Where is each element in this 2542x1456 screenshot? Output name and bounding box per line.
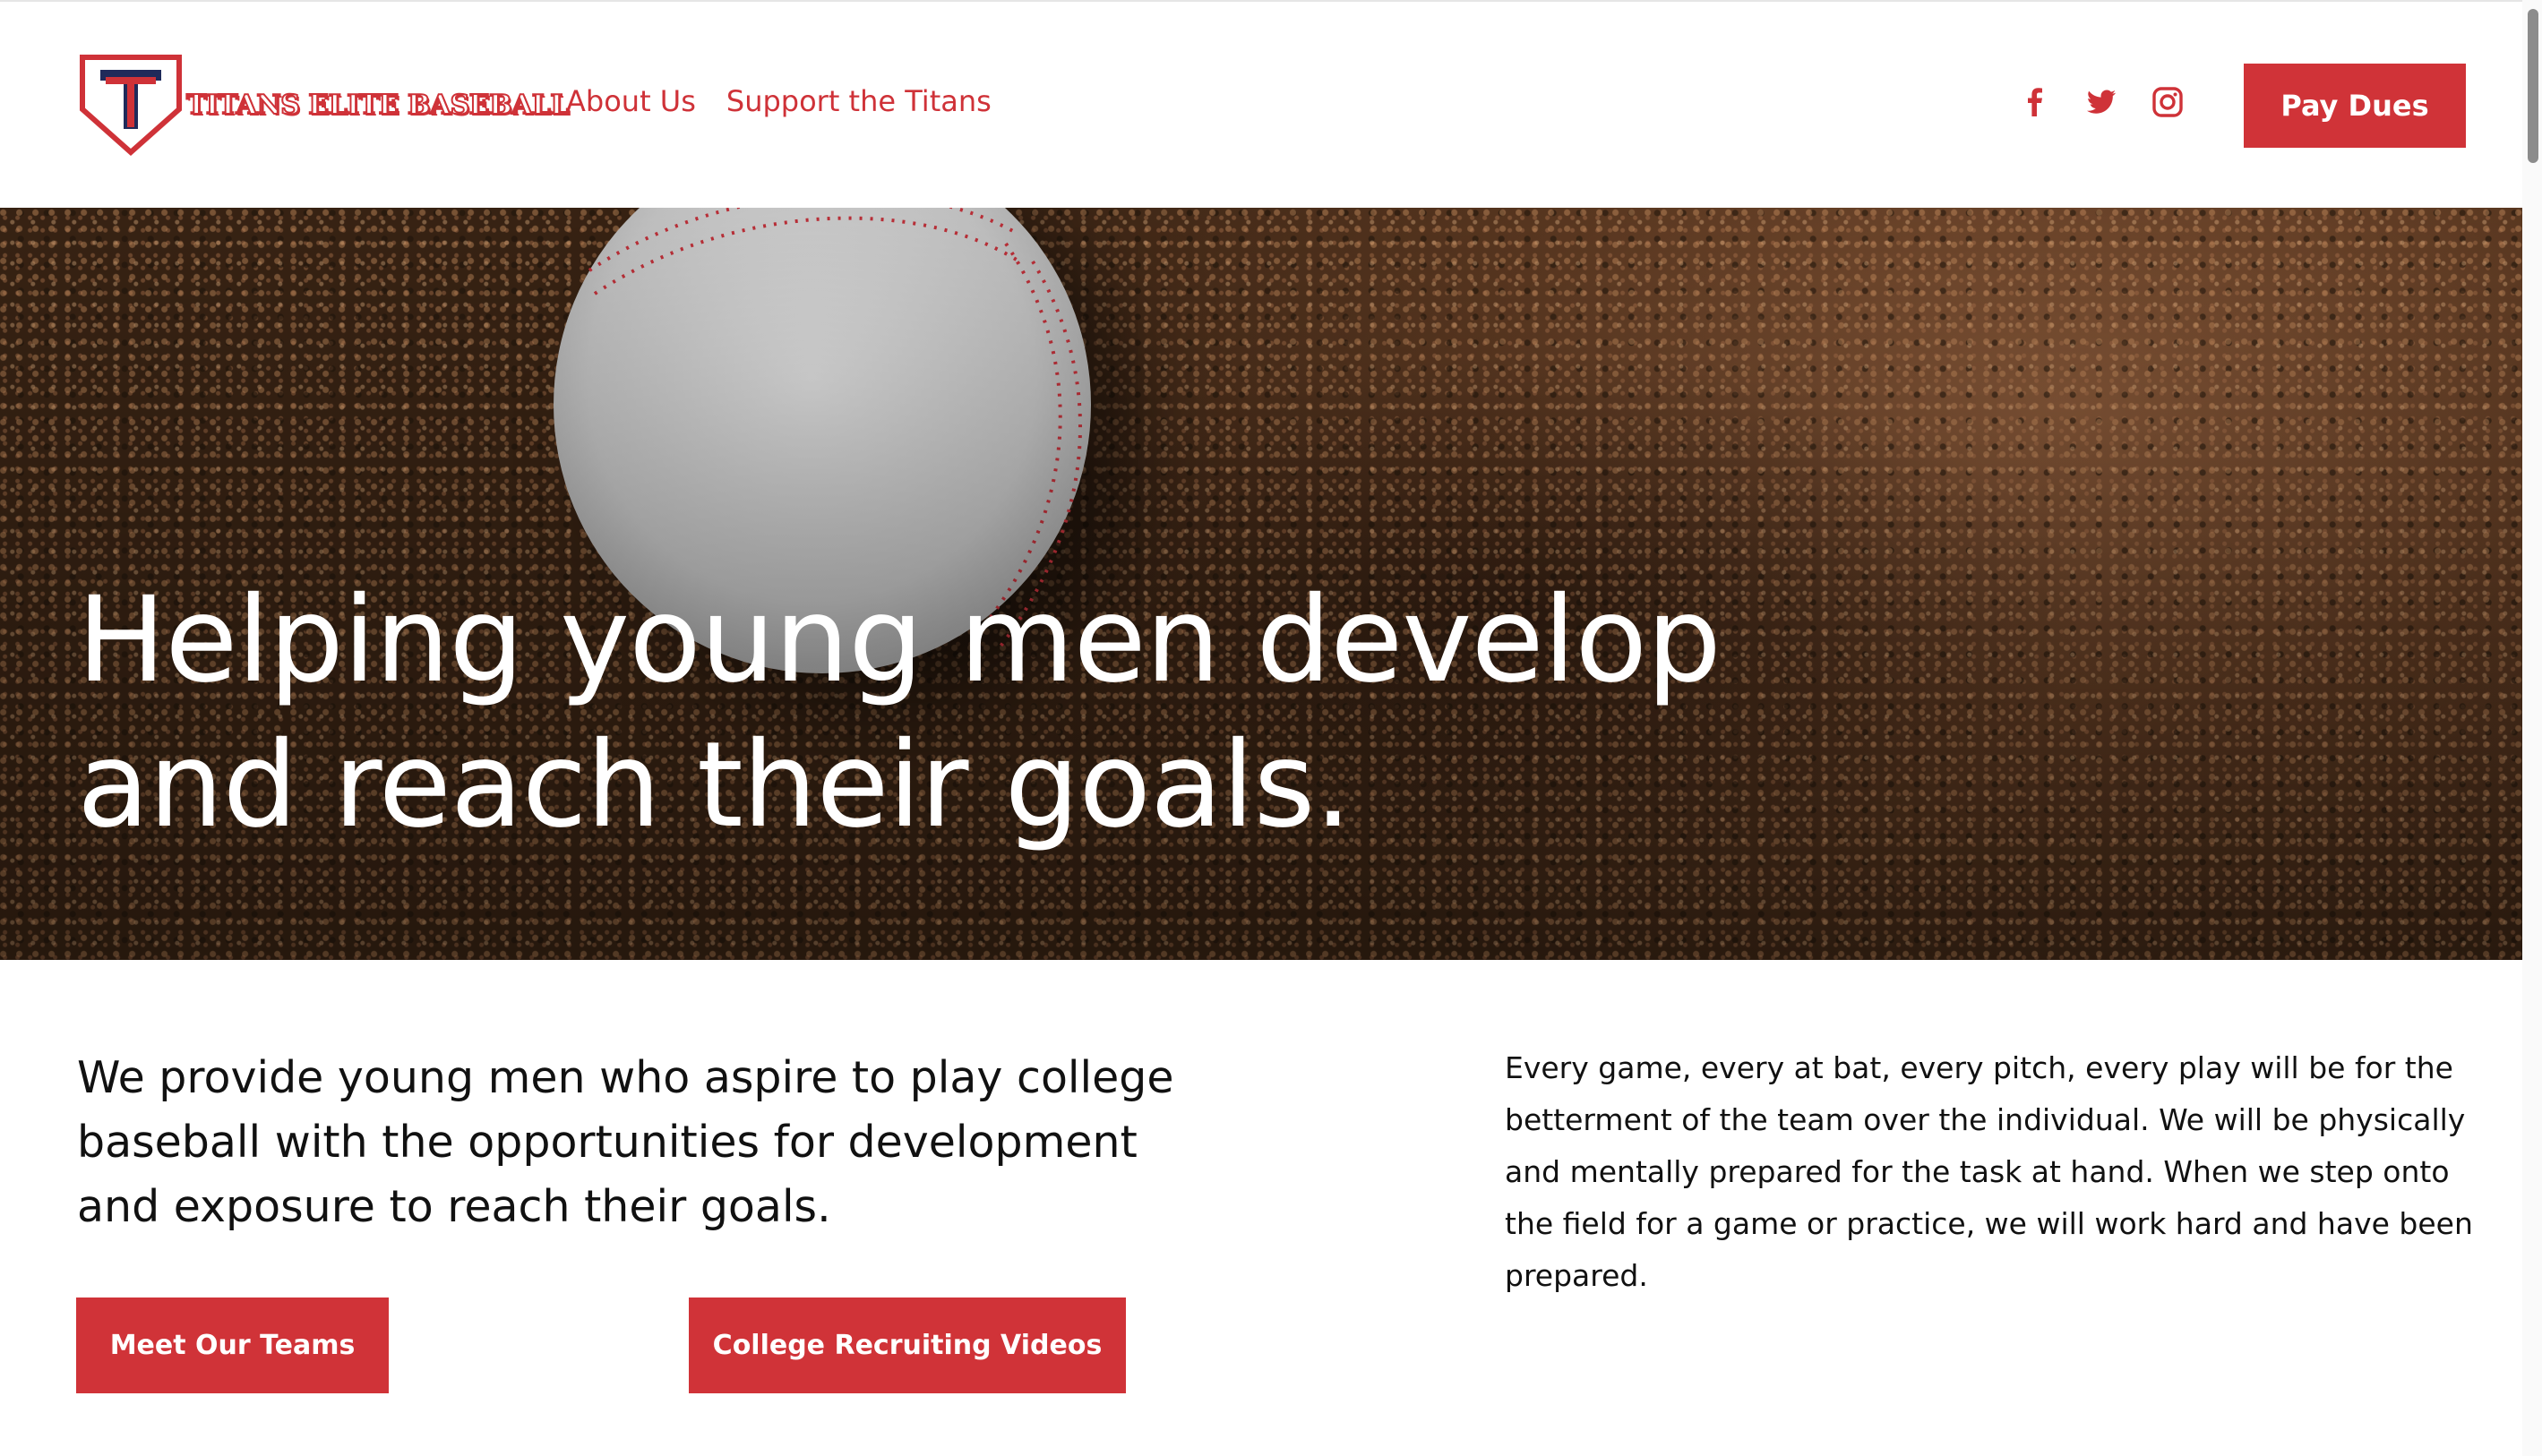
scrollbar-thumb[interactable] (2528, 9, 2538, 163)
page: TITANS ELITE BASEBALL About Us Support t… (0, 0, 2542, 1456)
nav-link-support-the-titans[interactable]: Support the Titans (726, 84, 992, 118)
social-links (2019, 86, 2184, 118)
hero-banner: Helping young men develop and reach thei… (0, 208, 2522, 960)
team-creed-text: Every game, every at bat, every pitch, e… (1505, 1050, 2473, 1293)
meet-our-teams-button[interactable]: Meet Our Teams (76, 1298, 389, 1393)
pay-dues-button[interactable]: Pay Dues (2244, 64, 2466, 148)
logo-wordmark: TITANS ELITE BASEBALL (185, 89, 570, 122)
facebook-icon[interactable] (2019, 86, 2051, 118)
nav-link-about-us[interactable]: About Us (566, 84, 696, 118)
main-nav: About Us Support the Titans (566, 84, 992, 118)
college-recruiting-videos-button[interactable]: College Recruiting Videos (689, 1298, 1126, 1393)
page-scrollbar[interactable] (2522, 0, 2542, 1456)
instagram-icon[interactable] (2151, 86, 2184, 118)
mission-statement: We provide young men who aspire to play … (77, 1052, 1174, 1232)
shield-logo-icon (80, 55, 182, 156)
hero-title: Helping young men develop and reach thei… (77, 571, 1722, 854)
site-logo[interactable]: TITANS ELITE BASEBALL (79, 54, 570, 156)
site-header: TITANS ELITE BASEBALL About Us Support t… (0, 0, 2542, 208)
twitter-icon[interactable] (2085, 86, 2117, 118)
